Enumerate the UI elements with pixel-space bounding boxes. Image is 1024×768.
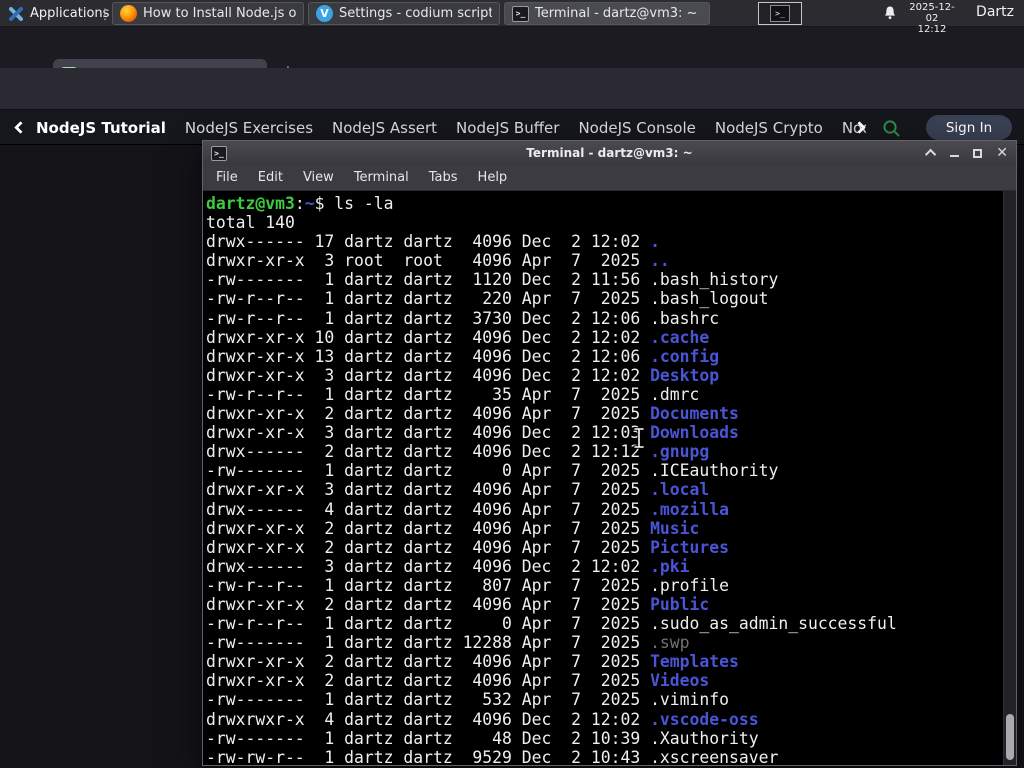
terminal-listing-row: -rw-r--r-- 1 dartz dartz 807 Apr 7 2025 … [206, 575, 730, 595]
terminal-menu-item[interactable]: Help [472, 170, 514, 185]
terminal-menu-item[interactable]: View [297, 170, 340, 185]
terminal-close-button[interactable]: ✕ [996, 146, 1008, 160]
applications-label: Applications [30, 6, 110, 21]
terminal-listing: drwx------ 17 dartz dartz 4096 Dec 2 12:… [206, 232, 1004, 765]
terminal-listing-row: drwxr-xr-x 2 dartz dartz 4096 Apr 7 2025… [206, 404, 739, 424]
terminal-listing-row: drwxr-xr-x 2 dartz dartz 4096 Apr 7 2025… [206, 671, 710, 691]
terminal-listing-row: drwxr-xr-x 13 dartz dartz 4096 Dec 2 12:… [206, 346, 720, 366]
terminal-listing-row: -rw-r--r-- 1 dartz dartz 3730 Dec 2 12:0… [206, 308, 720, 328]
terminal-listing-row: -rw------- 1 dartz dartz 1120 Dec 2 11:5… [206, 270, 779, 290]
xubuntu-logo-icon [9, 6, 23, 21]
taskbar-item-codium[interactable]: V Settings - codium script... [308, 2, 500, 25]
terminal-listing-row: drwx------ 4 dartz dartz 4096 Apr 7 2025… [206, 499, 730, 519]
terminal-listing-row: drwxr-xr-x 3 dartz dartz 4096 Apr 7 2025… [206, 480, 710, 500]
taskbar-item-firefox[interactable]: How to Install Node.js o... [112, 2, 304, 25]
clock-date: 2025-12-02 [909, 2, 955, 24]
terminal-scrollbar-thumb[interactable] [1006, 714, 1014, 760]
terminal-prompt-line: dartz@vm3:~$ ls -la [206, 194, 394, 213]
terminal-listing-row: drwxr-xr-x 2 dartz dartz 4096 Apr 7 2025… [206, 518, 700, 538]
applications-menu-button[interactable]: Applications [0, 0, 115, 27]
sign-in-button[interactable]: Sign In [926, 115, 1012, 140]
terminal-total-line: total 140 [206, 213, 295, 233]
browser-navigation-toolbar: ← → https://www.geeksforgeeks.org/node-j… [0, 68, 1024, 172]
firefox-icon [120, 5, 137, 22]
terminal-window: >_ Terminal - dartz@vm3: ~ ✕ File Edit Vie… [202, 140, 1017, 766]
terminal-listing-row: drwxr-xr-x 3 root root 4096 Apr 7 2025 .… [206, 251, 670, 271]
terminal-listing-row: -rw-rw-r-- 1 dartz dartz 9529 Dec 2 10:4… [206, 747, 779, 765]
notification-bell-icon[interactable] [882, 5, 898, 22]
terminal-listing-row: -rw------- 1 dartz dartz 532 Apr 7 2025 … [206, 690, 730, 710]
terminal-listing-row: -rw------- 1 dartz dartz 0 Apr 7 2025 .I… [206, 461, 779, 481]
nav-scroll-left-chevron-icon[interactable] [14, 121, 27, 134]
terminal-listing-row: drwxr-xr-x 3 dartz dartz 4096 Dec 2 12:0… [206, 365, 720, 385]
panel-handle [103, 7, 107, 20]
terminal-window-thumbnail-icon: >_ [770, 5, 790, 22]
terminal-menu-item[interactable]: Terminal [348, 170, 415, 185]
top-panel: Applications How to Install Node.js o...… [0, 0, 1024, 35]
terminal-listing-row: drwxr-xr-x 2 dartz dartz 4096 Apr 7 2025… [206, 537, 730, 557]
terminal-listing-row: drwx------ 3 dartz dartz 4096 Dec 2 12:0… [206, 556, 690, 576]
terminal-minimize-button[interactable] [950, 155, 960, 157]
clock-time: 12:12 [917, 24, 947, 35]
gfg-nav-item[interactable]: NodeJS Crypto [715, 119, 823, 137]
terminal-listing-row: drwxr-xr-x 2 dartz dartz 4096 Apr 7 2025… [206, 652, 739, 672]
terminal-scrollbar[interactable] [1003, 191, 1016, 765]
terminal-maximize-button[interactable] [973, 148, 983, 158]
terminal-menu-item[interactable]: Edit [252, 170, 289, 185]
terminal-listing-row: drwxrwxr-x 4 dartz dartz 4096 Dec 2 12:0… [206, 709, 759, 729]
codium-icon: V [316, 5, 333, 22]
terminal-listing-row: drwxr-xr-x 3 dartz dartz 4096 Dec 2 12:0… [206, 423, 739, 443]
desktop: Applications How to Install Node.js o...… [0, 0, 1024, 768]
terminal-output[interactable]: dartz@vm3:~$ ls -la total 140 drwx------… [203, 191, 1004, 765]
gfg-nav-item[interactable]: NodeJS Console [578, 119, 695, 137]
gfg-nav-item[interactable]: NodeJS Tutorial [36, 119, 166, 137]
search-icon[interactable] [882, 119, 901, 138]
gfg-nav-item[interactable]: NodeJS Assert [332, 119, 437, 137]
panel-clock[interactable]: 2025-12-02 12:12 [903, 2, 961, 35]
terminal-listing-row: drwxr-xr-x 2 dartz dartz 4096 Apr 7 2025… [206, 594, 710, 614]
terminal-listing-row: -rw-r--r-- 1 dartz dartz 0 Apr 7 2025 .s… [206, 614, 897, 634]
gfg-nav-item[interactable]: NodeJS Buffer [456, 119, 559, 137]
ibeam-mouse-cursor [633, 427, 645, 449]
terminal-listing-row: -rw-r--r-- 1 dartz dartz 220 Apr 7 2025 … [206, 289, 769, 309]
terminal-listing-row: drwxr-xr-x 10 dartz dartz 4096 Dec 2 12:… [206, 327, 710, 347]
terminal-listing-row: -rw------- 1 dartz dartz 48 Dec 2 10:39 … [206, 728, 759, 748]
taskbar-item-terminal[interactable]: >_ Terminal - dartz@vm3: ~ [504, 2, 710, 25]
panel-username[interactable]: Dartz [976, 4, 1014, 20]
terminal-window-title: Terminal - dartz@vm3: ~ [526, 146, 693, 160]
terminal-listing-row: -rw------- 1 dartz dartz 12288 Apr 7 202… [206, 633, 690, 653]
terminal-icon: >_ [512, 5, 529, 22]
terminal-titlebar[interactable]: >_ Terminal - dartz@vm3: ~ ✕ [203, 141, 1016, 165]
terminal-menubar: File Edit View Terminal Tabs Help [203, 165, 1016, 191]
gfg-nav-item[interactable]: NodeJS Exercises [185, 119, 313, 137]
terminal-menu-item[interactable]: File [210, 170, 244, 185]
terminal-listing-row: drwx------ 2 dartz dartz 4096 Dec 2 12:1… [206, 442, 710, 462]
terminal-listing-row: -rw-r--r-- 1 dartz dartz 35 Apr 7 2025 .… [206, 384, 700, 404]
workspace-switcher[interactable]: >_ [758, 2, 802, 25]
terminal-listing-row: drwx------ 17 dartz dartz 4096 Dec 2 12:… [206, 232, 660, 252]
browser-tab-strip: ∞ How to Install Node.js on ✕ + ✕ [0, 27, 1024, 91]
terminal-menu-item[interactable]: Tabs [423, 170, 464, 185]
